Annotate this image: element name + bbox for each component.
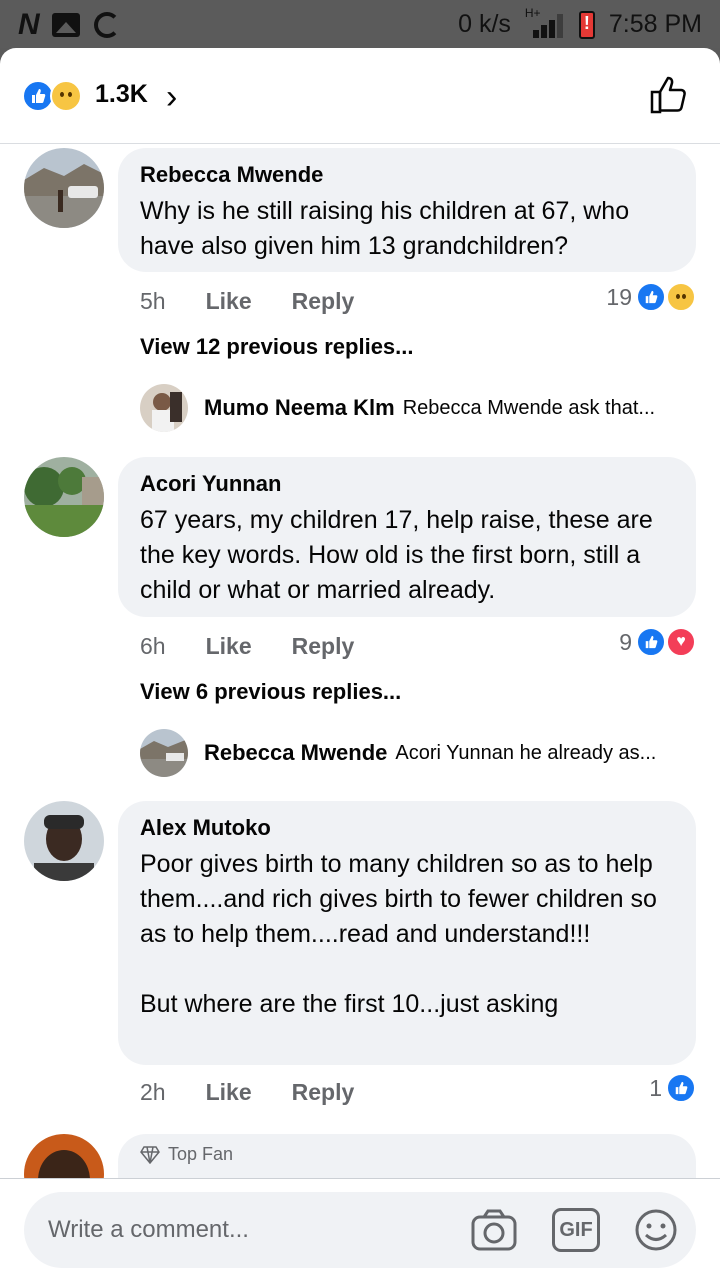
diamond-icon xyxy=(140,1145,160,1164)
comment-actions: 2h Like Reply xyxy=(140,1079,354,1106)
comment-author[interactable]: Alex Mutoko xyxy=(140,815,674,841)
reply-comment-button[interactable]: Reply xyxy=(292,633,355,660)
avatar[interactable] xyxy=(24,801,104,881)
clock: 7:58 PM xyxy=(608,10,702,38)
reactions-header: 1.3K › xyxy=(0,48,720,144)
net-speed: 0 k/s xyxy=(458,10,511,38)
reply-text: Acori Yunnan he already as... xyxy=(395,741,657,764)
reply-preview[interactable]: Rebecca Mwende Acori Yunnan he already a… xyxy=(140,729,656,777)
comment-reactions[interactable]: 1 xyxy=(649,1073,696,1103)
view-previous-replies[interactable]: View 12 previous replies... xyxy=(140,334,414,360)
like-reaction-icon xyxy=(636,627,666,657)
reply-author[interactable]: Rebecca Mwende xyxy=(204,740,387,766)
comment-reactions[interactable]: 19 xyxy=(606,282,696,312)
netflix-notification-icon: N xyxy=(18,8,40,41)
comment-reaction-count: 1 xyxy=(649,1074,662,1101)
comment-time: 2h xyxy=(140,1079,166,1105)
comment-text: 67 years, my children 17, help raise, th… xyxy=(140,506,653,604)
comment-actions: 5h Like Reply xyxy=(140,288,354,315)
gallery-notification-icon xyxy=(51,13,80,37)
sync-notification-icon xyxy=(93,12,120,38)
like-reaction-icon xyxy=(666,1073,696,1103)
reply-author[interactable]: Mumo Neema Klm xyxy=(204,395,395,421)
view-previous-replies[interactable]: View 6 previous replies... xyxy=(140,679,401,705)
comment-author[interactable]: Acori Yunnan xyxy=(140,471,674,497)
comments-sheet: 1.3K › Rebecca Mwende Why is he still ra… xyxy=(0,48,720,1280)
comment-input[interactable]: Write a comment... GIF xyxy=(24,1192,696,1268)
comment-composer-bar: Write a comment... GIF xyxy=(0,1178,720,1280)
emoji-icon[interactable] xyxy=(632,1208,680,1252)
like-comment-button[interactable]: Like xyxy=(206,1079,252,1106)
avatar[interactable] xyxy=(24,1134,104,1178)
like-comment-button[interactable]: Like xyxy=(206,288,252,315)
comment-reaction-count: 9 xyxy=(619,628,632,655)
top-fan-badge: Top Fan xyxy=(140,1144,233,1165)
avatar[interactable] xyxy=(24,457,104,537)
reply-preview[interactable]: Mumo Neema Klm Rebecca Mwende ask that..… xyxy=(140,384,655,432)
comment: Top Fan xyxy=(0,1134,720,1178)
reply-comment-button[interactable]: Reply xyxy=(292,1079,355,1106)
comment-author[interactable]: Rebecca Mwende xyxy=(140,162,674,188)
reply-text: Rebecca Mwende ask that... xyxy=(402,396,656,419)
comment-bubble[interactable]: Rebecca Mwende Why is he still raising h… xyxy=(118,148,696,272)
like-post-button[interactable] xyxy=(648,74,690,116)
reply-comment-button[interactable]: Reply xyxy=(292,288,355,315)
comment-text: Poor gives birth to many children so as … xyxy=(140,850,657,1018)
reaction-summary[interactable] xyxy=(22,80,82,112)
comment-bubble[interactable]: Alex Mutoko Poor gives birth to many chi… xyxy=(118,801,696,1065)
gif-button[interactable]: GIF xyxy=(552,1208,600,1252)
comment-actions: 6h Like Reply xyxy=(140,633,354,660)
comment-time: 5h xyxy=(140,288,166,314)
like-comment-button[interactable]: Like xyxy=(206,633,252,660)
comment-bubble[interactable]: Acori Yunnan 67 years, my children 17, h… xyxy=(118,457,696,617)
avatar[interactable] xyxy=(24,148,104,228)
reply-avatar[interactable] xyxy=(140,384,188,432)
comment-placeholder: Write a comment... xyxy=(48,1216,249,1243)
top-fan-label: Top Fan xyxy=(168,1144,234,1164)
sad-reaction-icon xyxy=(50,80,82,112)
signal-icon: H+ xyxy=(525,6,565,38)
chevron-right-icon[interactable]: › xyxy=(166,78,177,117)
comment-time: 6h xyxy=(140,633,166,659)
battery-low-icon xyxy=(578,10,595,39)
comment-bubble[interactable]: Top Fan xyxy=(118,1134,696,1178)
comment-reactions[interactable]: 9 ♥ xyxy=(619,627,696,657)
sad-reaction-icon xyxy=(666,282,696,312)
reaction-count[interactable]: 1.3K xyxy=(95,80,148,109)
love-reaction-icon: ♥ xyxy=(666,627,696,657)
camera-icon[interactable] xyxy=(470,1208,518,1252)
like-reaction-icon xyxy=(636,282,666,312)
reply-avatar[interactable] xyxy=(140,729,188,777)
comment-text: Why is he still raising his children at … xyxy=(140,197,630,260)
comment-reaction-count: 19 xyxy=(606,283,632,310)
status-bar: N 0 k/s H+ 7:58 PM xyxy=(0,0,720,48)
